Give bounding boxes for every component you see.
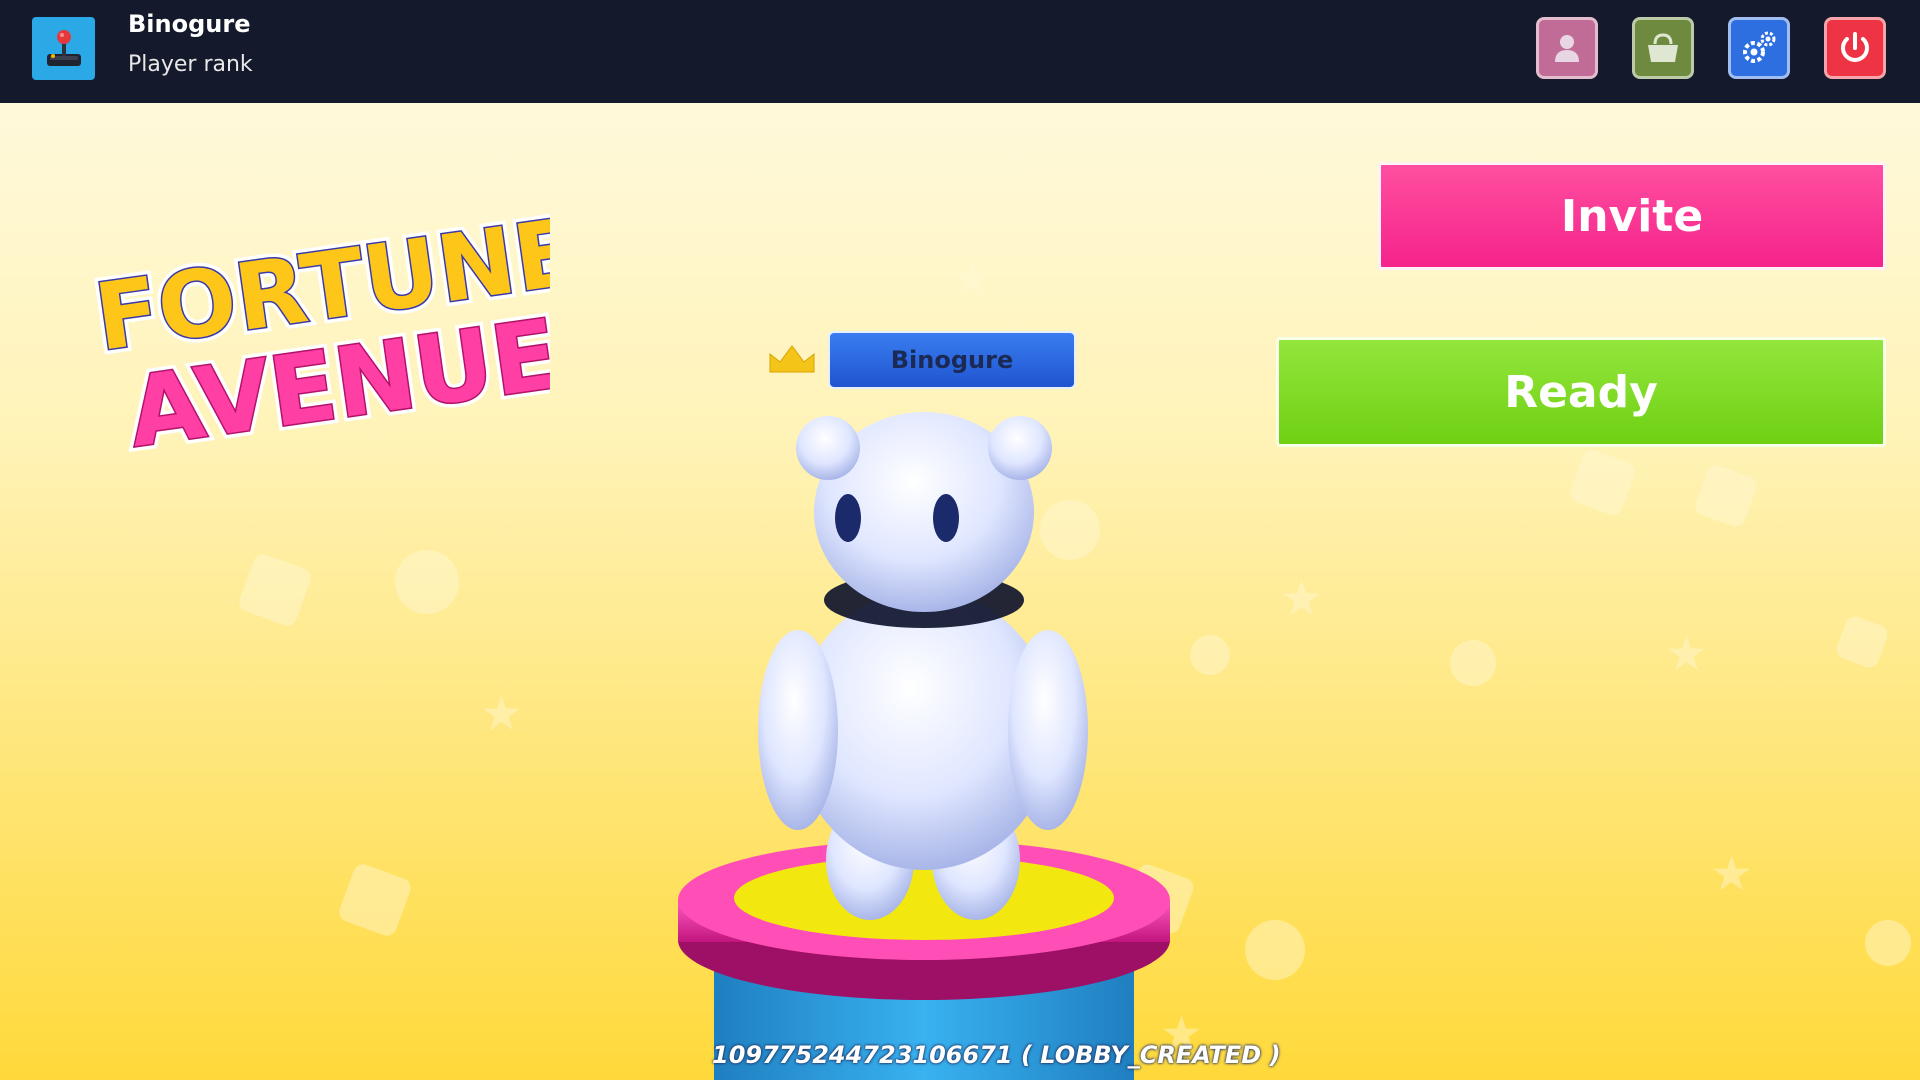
background-star-decoration: ★ — [1665, 626, 1709, 682]
game-logo: FORTUNE FORTUNE AVENUE AVENUE — [80, 193, 589, 474]
lobby-status-text: 109775244723106671 ( LOBBY_CREATED ) — [712, 1041, 1281, 1069]
quit-button[interactable] — [1824, 17, 1886, 79]
ready-button[interactable]: Ready — [1276, 337, 1886, 447]
settings-button[interactable] — [1728, 17, 1790, 79]
background-star-decoration: ★ — [1280, 571, 1324, 627]
crown-icon — [769, 345, 815, 373]
background-square-decoration — [236, 551, 314, 629]
background-star-decoration: ★ — [480, 686, 524, 742]
shop-button[interactable] — [1632, 17, 1694, 79]
joystick-icon — [46, 29, 81, 66]
invite-button[interactable]: Invite — [1378, 162, 1886, 270]
background-square-decoration — [1692, 462, 1760, 530]
player-avatar[interactable] — [32, 17, 95, 80]
shop-bag-icon — [1648, 33, 1678, 62]
background-square-decoration — [1567, 447, 1638, 518]
background-circle-decoration — [1450, 640, 1496, 686]
background-circle-decoration — [1245, 920, 1305, 980]
background-star-decoration: ★ — [950, 251, 994, 307]
background-star-decoration: ★ — [1710, 846, 1754, 902]
profile-icon — [1555, 35, 1579, 62]
background-circle-decoration — [395, 550, 459, 614]
background-circle-decoration — [1865, 920, 1911, 966]
profile-button[interactable] — [1536, 17, 1598, 79]
host-name-tag: Binogure — [828, 331, 1076, 389]
player-character — [678, 412, 1170, 1080]
player-rank: Player rank — [128, 52, 253, 77]
power-icon — [1841, 32, 1869, 62]
background-square-decoration — [1833, 613, 1891, 671]
top-bar: Binogure Player rank — [0, 0, 1920, 103]
player-name: Binogure — [128, 10, 251, 38]
background-square-decoration — [336, 861, 414, 939]
settings-gears-icon — [1743, 31, 1776, 63]
